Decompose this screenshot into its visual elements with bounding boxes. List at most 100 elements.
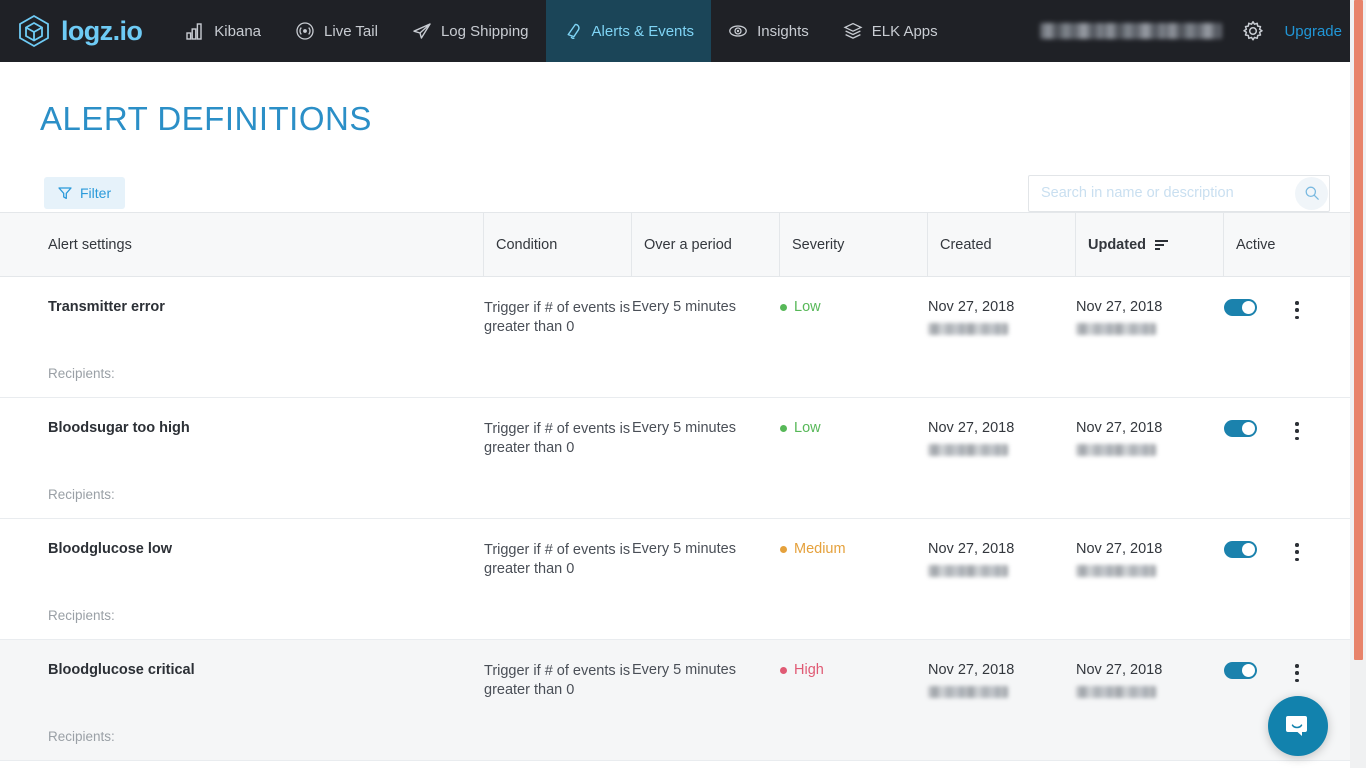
cell-created: Nov 27, 2018 [928, 519, 1076, 639]
severity-badge: Medium [780, 541, 928, 557]
column-header-updated[interactable]: Updated [1076, 213, 1224, 276]
active-toggle[interactable] [1224, 662, 1257, 679]
cell-over-a-period: Every 5 minutes [632, 277, 780, 397]
severity-badge: Low [780, 420, 928, 436]
created-date: Nov 27, 2018 [928, 420, 1015, 436]
created-date: Nov 27, 2018 [928, 299, 1015, 315]
active-toggle[interactable] [1224, 541, 1257, 558]
row-actions-menu-icon[interactable] [1288, 541, 1306, 563]
column-header-active[interactable]: Active [1224, 213, 1350, 276]
recipients-label: Recipients: [48, 729, 115, 744]
cell-active [1224, 519, 1350, 639]
nav-item-elk-apps[interactable]: ELK Apps [826, 0, 955, 62]
row-actions-menu-icon[interactable] [1288, 662, 1306, 684]
cell-condition: Trigger if # of events is greater than 0 [484, 519, 632, 639]
period-text: Every 5 minutes [632, 420, 736, 436]
created-time-redacted [928, 565, 1008, 577]
table-header-row: Alert settings Condition Over a period S… [0, 213, 1350, 277]
broadcast-icon [296, 22, 314, 40]
alert-definitions-table: Alert settings Condition Over a period S… [0, 212, 1350, 761]
bar-chart-icon [186, 23, 202, 40]
nav-item-log-shipping[interactable]: Log Shipping [395, 0, 546, 62]
updated-date: Nov 27, 2018 [1076, 299, 1163, 315]
logz-cube-icon [19, 14, 49, 48]
nav-item-label: ELK Apps [871, 22, 938, 40]
toolbar: Filter [0, 138, 1366, 212]
account-name-redacted[interactable] [1040, 23, 1223, 39]
updated-date: Nov 27, 2018 [1076, 541, 1163, 557]
cell-updated: Nov 27, 2018 [1076, 519, 1224, 639]
nav-items: Kibana Live Tail Log Shipping Alerts & E… [168, 0, 954, 62]
nav-item-label: Insights [757, 22, 809, 40]
nav-item-label: Log Shipping [440, 22, 529, 40]
alert-name[interactable]: Bloodglucose critical [48, 662, 195, 678]
column-header-alert-settings[interactable]: Alert settings [0, 213, 484, 276]
alert-name[interactable]: Transmitter error [48, 299, 165, 315]
severity-dot-icon [780, 424, 787, 432]
page-content: ALERT DEFINITIONS Filter Alert settings … [0, 62, 1366, 761]
filter-button[interactable]: Filter [44, 177, 126, 209]
updated-time-redacted [1076, 444, 1156, 456]
cell-updated: Nov 27, 2018 [1076, 277, 1224, 397]
upgrade-link[interactable]: Upgrade [1284, 23, 1342, 40]
page-title: ALERT DEFINITIONS [40, 100, 372, 137]
created-time-redacted [928, 323, 1008, 335]
bell-icon [567, 23, 580, 39]
row-actions-menu-icon[interactable] [1288, 299, 1306, 321]
chat-launcher-button[interactable] [1268, 696, 1328, 756]
severity-dot-icon [780, 666, 787, 674]
period-text: Every 5 minutes [632, 662, 736, 678]
vertical-scrollbar[interactable] [1350, 0, 1366, 768]
created-time-redacted [928, 686, 1008, 698]
cell-severity: High [780, 640, 928, 760]
nav-item-insights[interactable]: Insights [711, 0, 826, 62]
cell-condition: Trigger if # of events is greater than 0 [484, 398, 632, 518]
gear-icon [1243, 21, 1264, 41]
nav-item-alerts-and-events[interactable]: Alerts & Events [545, 0, 712, 62]
active-toggle[interactable] [1224, 420, 1257, 437]
funnel-icon [58, 187, 72, 200]
created-time-redacted [928, 444, 1008, 456]
updated-time-redacted [1076, 686, 1156, 698]
settings-button[interactable] [1242, 20, 1264, 42]
table-row[interactable]: Bloodsugar too high Trigger if # of event… [0, 398, 1350, 519]
logo[interactable]: logz.io [0, 0, 152, 62]
column-header-condition[interactable]: Condition [484, 213, 632, 276]
severity-dot-icon [780, 303, 787, 311]
cell-created: Nov 27, 2018 [928, 277, 1076, 397]
updated-date: Nov 27, 2018 [1076, 662, 1163, 678]
navbar-right: Upgrade [1040, 0, 1366, 62]
severity-label: High [794, 662, 824, 678]
table-row[interactable]: Transmitter error Trigger if # of events … [0, 277, 1350, 398]
table-body: Transmitter error Trigger if # of events … [0, 277, 1350, 761]
nav-item-label: Kibana [214, 22, 262, 40]
alert-name[interactable]: Bloodglucose low [48, 541, 172, 557]
cell-created: Nov 27, 2018 [928, 398, 1076, 518]
sort-descending-icon [1155, 240, 1168, 250]
column-header-severity[interactable]: Severity [780, 213, 928, 276]
nav-item-live-tail[interactable]: Live Tail [278, 0, 395, 62]
cell-condition: Trigger if # of events is greater than 0 [484, 277, 632, 397]
search-input[interactable] [1028, 174, 1330, 212]
cell-condition: Trigger if # of events is greater than 0 [484, 640, 632, 760]
severity-label: Medium [794, 541, 846, 557]
column-header-created[interactable]: Created [928, 213, 1076, 276]
cell-severity: Low [780, 277, 928, 397]
cell-active [1224, 277, 1350, 397]
alert-name[interactable]: Bloodsugar too high [48, 420, 190, 436]
recipients-label: Recipients: [48, 366, 115, 381]
table-row[interactable]: Bloodglucose critical Trigger if # of eve… [0, 640, 1350, 761]
cell-severity: Low [780, 398, 928, 518]
nav-item-kibana[interactable]: Kibana [168, 0, 278, 62]
table-row[interactable]: Bloodglucose low Trigger if # of events i… [0, 519, 1350, 640]
layers-icon [843, 22, 863, 39]
search-button[interactable] [1295, 176, 1328, 210]
column-header-over-a-period[interactable]: Over a period [632, 213, 780, 276]
row-actions-menu-icon[interactable] [1288, 420, 1306, 442]
severity-badge: Low [780, 299, 928, 315]
severity-dot-icon [780, 545, 787, 553]
scrollbar-thumb[interactable] [1354, 0, 1363, 660]
cell-severity: Medium [780, 519, 928, 639]
column-header-updated-label: Updated [1088, 236, 1146, 253]
active-toggle[interactable] [1224, 299, 1257, 316]
